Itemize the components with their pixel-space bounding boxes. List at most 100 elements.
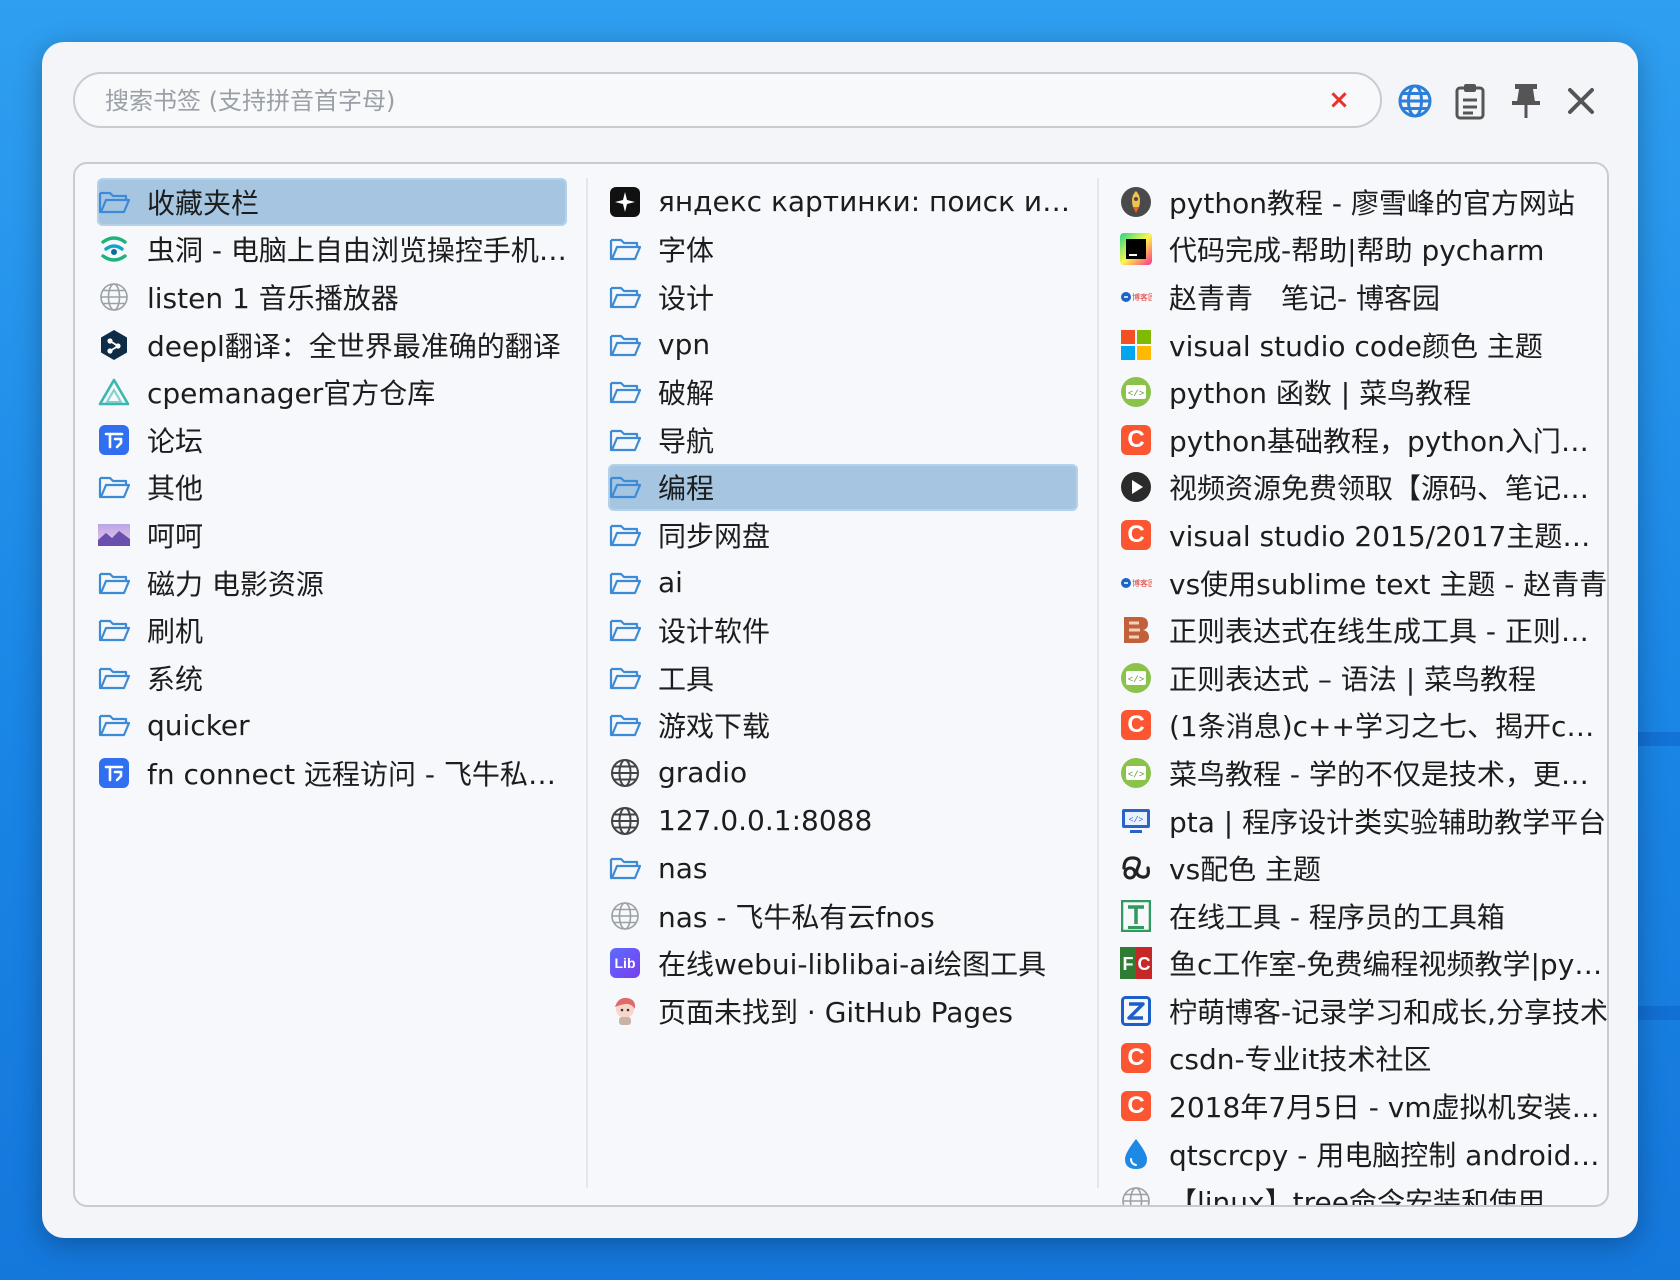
bookmark-item[interactable]: ai <box>608 559 1078 607</box>
bookmark-item[interactable]: 视频资源免费领取【源码、笔记、教程】 <box>1119 464 1607 512</box>
bookmark-item[interactable]: 设计 <box>608 273 1078 321</box>
bookmark-label: nas - 飞牛私有云fnos <box>658 900 935 934</box>
bookmark-item[interactable]: 127.0.0.1:8088 <box>608 797 1078 845</box>
bookmark-item[interactable]: 同步网盘 <box>608 511 1078 559</box>
bookmark-label: 2018年7月5日 - vm虚拟机安装教程 <box>1169 1091 1609 1125</box>
bookmark-item[interactable]: listen 1 音乐播放器 <box>97 273 567 321</box>
bookmark-item[interactable]: deepl翻译：全世界最准确的翻译 <box>97 321 567 369</box>
close-icon <box>1568 88 1594 114</box>
bookmark-item[interactable]: 正则表达式在线生成工具 - 正则表达式 <box>1119 606 1607 654</box>
folder-icon <box>608 518 642 552</box>
pin-icon <box>1512 84 1540 118</box>
folder-icon <box>97 185 131 219</box>
bookmark-item[interactable]: Cvisual studio 2015/2017主题配色 <box>1119 511 1607 559</box>
bookmark-item[interactable]: 代码完成-帮助|帮助 pycharm <box>1119 226 1607 274</box>
bookmark-item[interactable]: nas - 飞牛私有云fnos <box>608 892 1078 940</box>
csdn-icon: C <box>1119 708 1153 742</box>
drop-icon <box>1119 1137 1153 1171</box>
bookmark-item[interactable]: C (1条消息)c++学习之七、揭开c++面纱 <box>1119 702 1607 750</box>
bookmark-item[interactable]: quicker <box>97 702 567 750</box>
bookmark-item[interactable]: nas <box>608 844 1078 892</box>
bookmark-item[interactable]: 呵呵 <box>97 511 567 559</box>
bookmark-label: 游戏下载 <box>658 710 771 744</box>
bookmark-item[interactable]: </> python 函数 | 菜鸟教程 <box>1119 368 1607 416</box>
bookmark-item[interactable]: 柠萌博客-记录学习和成长,分享技术 <box>1119 987 1607 1035</box>
bookmark-item[interactable]: 编程 <box>608 463 1078 512</box>
pin-button[interactable] <box>1503 78 1549 124</box>
bookmark-item[interactable]: 导航 <box>608 416 1078 464</box>
cnblogs-icon: 博客园 <box>1119 566 1153 600</box>
bookmark-label: fn connect 远程访问 - 飞牛私有云 <box>147 757 567 791</box>
bookmark-item[interactable]: 博客园 赵青青 笔记- 博客园 <box>1119 273 1607 321</box>
bookmark-item[interactable]: яндекс картинки: поиск изображений <box>608 178 1078 226</box>
bookmark-item[interactable]: </> 正则表达式 – 语法 | 菜鸟教程 <box>1119 654 1607 702</box>
folder-icon <box>608 328 642 362</box>
globe-outline-icon <box>608 804 642 838</box>
bookmark-item[interactable]: 收藏夹栏 <box>97 178 567 226</box>
bookmark-item[interactable]: 破解 <box>608 368 1078 416</box>
bookmark-label: vpn <box>658 328 711 362</box>
svg-text:F: F <box>1123 954 1134 974</box>
bookmark-item[interactable]: qtscrcpy - 用电脑控制 android手机 <box>1119 1130 1607 1178</box>
bookmark-column-1: 收藏夹栏虫洞 - 电脑上自由浏览操控手机，高... listen 1 音乐播放器 d… <box>97 178 587 1205</box>
bookmark-item[interactable]: 游戏下载 <box>608 702 1078 750</box>
bookmark-item[interactable]: vs配色 主题 <box>1119 844 1607 892</box>
bookmark-item[interactable]: 磁力 电影资源 <box>97 559 567 607</box>
bookmark-label: 字体 <box>658 234 715 268</box>
search-input[interactable] <box>103 74 1257 128</box>
close-button[interactable] <box>1558 78 1604 124</box>
bookmark-item[interactable]: F C 鱼c工作室-免费编程视频教学|python <box>1119 940 1607 988</box>
bookmark-label: python教程 - 廖雪峰的官方网站 <box>1169 186 1575 220</box>
bookmark-item[interactable]: gradio <box>608 749 1078 797</box>
globe-button[interactable] <box>1392 78 1438 124</box>
bookmark-item[interactable]: 工具 <box>608 654 1078 702</box>
svg-text:博客园: 博客园 <box>1132 292 1152 302</box>
bookmark-item[interactable]: 【linux】tree命令安装和使用 <box>1119 1177 1607 1207</box>
bookmark-label: 系统 <box>147 662 204 696</box>
bookmark-label: 磁力 电影资源 <box>147 567 324 601</box>
bookmark-item[interactable]: Ccsdn-专业it技术社区 <box>1119 1035 1607 1083</box>
bookmark-item[interactable]: 其他 <box>97 464 567 512</box>
anime-avatar-icon <box>608 994 642 1028</box>
column-divider <box>1097 178 1099 1188</box>
bookmark-item[interactable]: Lib 在线webui-liblibai-ai绘图工具 <box>608 940 1078 988</box>
bookmark-item[interactable]: 设计软件 <box>608 606 1078 654</box>
folder-icon <box>608 232 642 266</box>
bookmark-item[interactable]: 系统 <box>97 654 567 702</box>
bookmark-item[interactable]: 在线工具 - 程序员的工具箱 <box>1119 892 1607 940</box>
bookmark-label: listen 1 音乐播放器 <box>147 281 399 315</box>
bookmark-item[interactable]: </> 菜鸟教程 - 学的不仅是技术，更是梦想 <box>1119 749 1607 797</box>
runoob-icon: </> <box>1119 375 1153 409</box>
bookmark-item[interactable]: 博客园 vs使用sublime text 主题 - 赵青青 <box>1119 559 1607 607</box>
clipboard-button[interactable] <box>1447 78 1493 124</box>
bookmark-item[interactable]: cpemanager官方仓库 <box>97 368 567 416</box>
bookmark-item[interactable]: fn connect 远程访问 - 飞牛私有云 <box>97 749 567 797</box>
bookmark-item[interactable]: python教程 - 廖雪峰的官方网站 <box>1119 178 1607 226</box>
bookmark-column-3: python教程 - 廖雪峰的官方网站代码完成-帮助|帮助 pycharm 博客园… <box>1119 178 1609 1207</box>
bookmark-label: ai <box>658 566 683 600</box>
play-dark-icon <box>1119 470 1153 504</box>
bookmark-item[interactable]: </> pta | 程序设计类实验辅助教学平台 <box>1119 797 1607 845</box>
bookmark-label: 【linux】tree命令安装和使用 <box>1169 1186 1545 1207</box>
bookmark-label: 正则表达式 – 语法 | 菜鸟教程 <box>1169 662 1537 696</box>
bookmark-item[interactable]: 刷机 <box>97 606 567 654</box>
folder-icon <box>97 613 131 647</box>
bookmark-label: 刷机 <box>147 615 204 649</box>
bookmark-item[interactable]: 虫洞 - 电脑上自由浏览操控手机，高... <box>97 226 567 274</box>
bookmark-label: cpemanager官方仓库 <box>147 377 436 411</box>
bookmark-item[interactable]: C 2018年7月5日 - vm虚拟机安装教程 <box>1119 1082 1609 1130</box>
bookmark-item[interactable]: 字体 <box>608 226 1078 274</box>
globe-icon <box>1398 84 1432 118</box>
bookmark-item[interactable]: 页面未找到 · GitHub Pages <box>608 987 1078 1035</box>
clear-search-button[interactable]: × <box>1324 85 1354 115</box>
sparkle-icon <box>608 185 642 219</box>
bookmark-item[interactable]: visual studio code颜色 主题 <box>1119 321 1607 369</box>
globe-outline-icon <box>608 756 642 790</box>
bookmark-item[interactable]: vpn <box>608 321 1078 369</box>
bookmark-item[interactable]: Cpython基础教程，python入门教程 <box>1119 416 1607 464</box>
svg-text:博客园: 博客园 <box>1132 578 1152 588</box>
csdn-icon: C <box>1119 518 1153 552</box>
bookmark-item[interactable]: 论坛 <box>97 416 567 464</box>
search-box: × <box>73 72 1382 128</box>
folder-icon <box>608 708 642 742</box>
